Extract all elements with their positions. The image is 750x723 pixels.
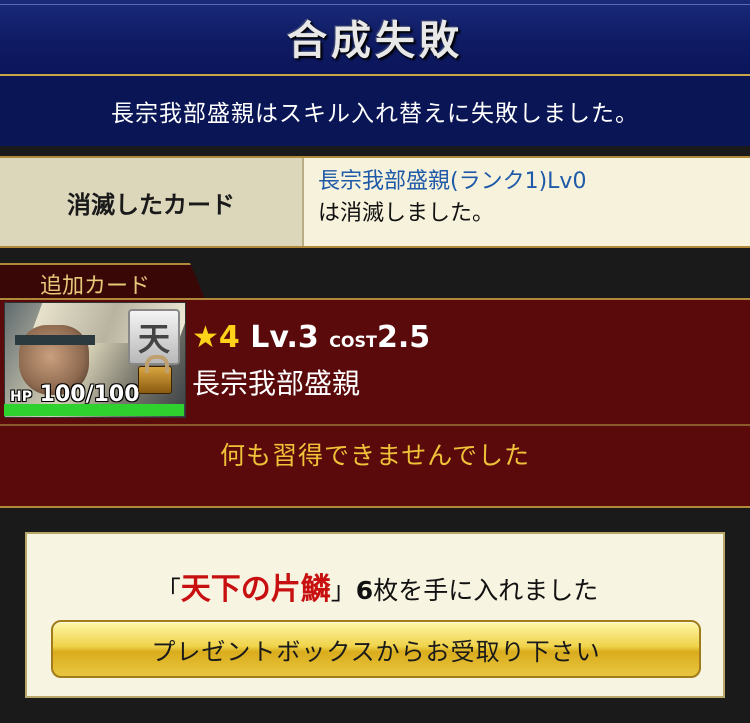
reward-box: 「天下の片鱗」6枚を手に入れました プレゼントボックスからお受取り下さい bbox=[25, 532, 725, 698]
message-band: 長宗我部盛親はスキル入れ替えに失敗しました。 bbox=[0, 76, 750, 146]
failure-message: 長宗我部盛親はスキル入れ替えに失敗しました。 bbox=[111, 101, 639, 127]
open-quote: 「 bbox=[155, 576, 181, 605]
destroyed-card-link[interactable]: 長宗我部盛親(ランク1)Lv0 bbox=[318, 166, 736, 198]
star-rating: ★4 bbox=[192, 320, 240, 355]
destroyed-suffix-text: は消滅しました。 bbox=[318, 201, 495, 226]
portrait-headband bbox=[15, 335, 95, 345]
present-box-button[interactable]: プレゼントボックスからお受取り下さい bbox=[51, 620, 701, 678]
reward-suffix: 枚を手に入れました bbox=[373, 576, 599, 605]
lock-icon bbox=[138, 355, 172, 394]
destroyed-label: 消滅したカード bbox=[67, 190, 235, 219]
reward-message: 「天下の片鱗」6枚を手に入れました bbox=[27, 564, 727, 608]
panel-divider bbox=[0, 424, 750, 426]
close-quote: 」 bbox=[330, 576, 356, 605]
destroyed-info-cell: 長宗我部盛親(ランク1)Lv0 は消滅しました。 bbox=[304, 158, 750, 246]
reward-count: 6 bbox=[355, 576, 374, 605]
hp-label: HP bbox=[10, 389, 32, 405]
title-band: 合成失敗 bbox=[0, 0, 750, 76]
hp-readout: HP 100/100 bbox=[10, 382, 140, 407]
card-level: Lv.3 bbox=[250, 320, 319, 355]
card-stats: ★4 Lv.3 COST2.5 bbox=[192, 320, 430, 355]
result-message: 何も習得できませんでした bbox=[219, 441, 530, 470]
added-card-tab-label: 追加カード bbox=[40, 274, 151, 299]
page-title: 合成失敗 bbox=[287, 18, 463, 64]
reward-item-name: 天下の片鱗 bbox=[180, 572, 331, 607]
cost-value: 2.5 bbox=[376, 320, 431, 355]
cost-label: COST bbox=[329, 332, 377, 351]
destroyed-card-row: 消滅したカード 長宗我部盛親(ランク1)Lv0 は消滅しました。 bbox=[0, 156, 750, 248]
card-name: 長宗我部盛親 bbox=[192, 367, 361, 400]
hp-value: 100/100 bbox=[39, 382, 140, 407]
destroyed-label-cell: 消滅したカード bbox=[0, 158, 304, 246]
